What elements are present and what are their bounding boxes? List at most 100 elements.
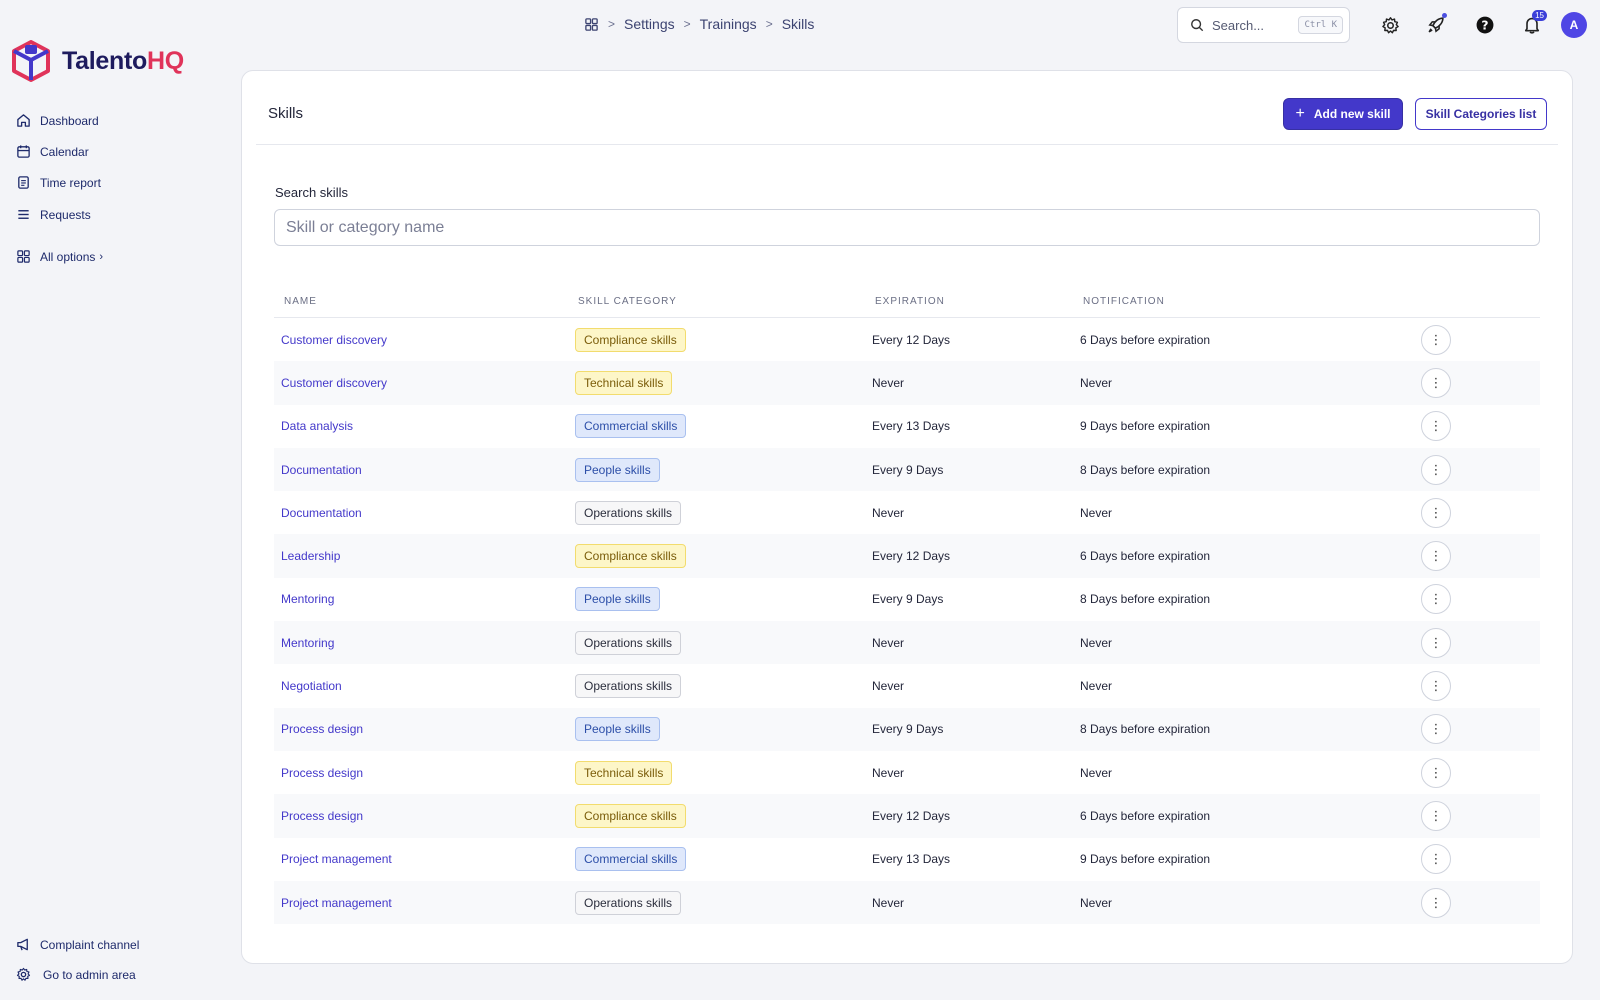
skill-name-link[interactable]: Customer discovery <box>281 376 387 390</box>
apps-grid-icon[interactable] <box>584 17 599 32</box>
table-row: Leadership Compliance skills Every 12 Days… <box>274 534 1540 578</box>
skill-name-link[interactable]: Mentoring <box>281 592 334 606</box>
more-vertical-icon: ⋮ <box>1429 851 1443 867</box>
skills-panel: Skills + Add new skill Skill Categories … <box>241 70 1573 964</box>
notification-value: Never <box>1080 375 1113 390</box>
skill-category-tag: Commercial skills <box>575 414 687 439</box>
expiration-value: Never <box>872 679 905 694</box>
skill-name-link[interactable]: Process design <box>281 766 363 780</box>
table-body: Customer discovery Compliance skills Every… <box>274 318 1540 925</box>
more-vertical-icon: ⋮ <box>1429 634 1443 650</box>
plus-icon: + <box>1295 105 1305 122</box>
notification-value: Never <box>1080 505 1113 520</box>
logo-text-primary: Talento <box>62 46 147 75</box>
row-actions-button[interactable]: ⋮ <box>1421 671 1451 702</box>
skill-category-tag: Technical skills <box>575 370 673 395</box>
more-vertical-icon: ⋮ <box>1429 807 1443 823</box>
breadcrumb-trainings[interactable]: Trainings <box>700 16 757 32</box>
row-actions-button[interactable]: ⋮ <box>1421 887 1451 918</box>
row-actions-button[interactable]: ⋮ <box>1421 324 1451 355</box>
column-header-expiration[interactable]: EXPIRATION <box>875 296 945 307</box>
skill-name-link[interactable]: Process design <box>281 809 363 823</box>
skill-category-tag: Commercial skills <box>575 847 687 872</box>
breadcrumb-settings[interactable]: Settings <box>624 16 675 32</box>
skill-name-link[interactable]: Project management <box>281 896 392 910</box>
notifications-button[interactable]: 15 <box>1520 10 1547 37</box>
search-skills-input[interactable] <box>274 209 1540 246</box>
sidebar-item-admin-area[interactable]: Go to admin area <box>16 967 136 982</box>
row-actions-button[interactable]: ⋮ <box>1421 800 1451 831</box>
gear-icon <box>16 967 31 981</box>
skill-name-link[interactable]: Customer discovery <box>281 333 387 347</box>
table-row: Process design Technical skills Never Never… <box>274 751 1540 794</box>
expiration-value: Never <box>872 375 905 390</box>
column-header-skill-category[interactable]: SKILL CATEGORY <box>578 296 677 307</box>
skill-name-link[interactable]: Leadership <box>281 549 340 563</box>
notification-value: Never <box>1080 635 1113 650</box>
more-vertical-icon: ⋮ <box>1429 374 1443 390</box>
expiration-value: Never <box>872 505 905 520</box>
skill-category-tag: Operations skills <box>575 890 682 915</box>
row-actions-button[interactable]: ⋮ <box>1421 714 1451 745</box>
sidebar-item-complaint-channel[interactable]: Complaint channel <box>16 937 139 952</box>
help-button[interactable]: ? <box>1473 13 1497 37</box>
skill-name-link[interactable]: Documentation <box>281 506 362 520</box>
skill-category-tag: People skills <box>575 717 660 742</box>
row-actions-button[interactable]: ⋮ <box>1421 584 1451 615</box>
notification-value: 8 Days before expiration <box>1080 722 1211 737</box>
table-header: NAME SKILL CATEGORY EXPIRATION NOTIFICAT… <box>274 283 1540 318</box>
add-new-skill-button[interactable]: + Add new skill <box>1283 98 1403 130</box>
skill-name-link[interactable]: Project management <box>281 852 392 866</box>
more-vertical-icon: ⋮ <box>1429 894 1443 910</box>
column-header-notification[interactable]: NOTIFICATION <box>1083 296 1165 307</box>
skill-name-link[interactable]: Data analysis <box>281 419 353 433</box>
row-actions-button[interactable]: ⋮ <box>1421 541 1451 572</box>
sidebar-item-dashboard[interactable]: Dashboard <box>16 113 99 128</box>
sidebar-item-all-options[interactable]: All options › <box>16 249 103 264</box>
sidebar-item-label: Requests <box>40 207 91 222</box>
row-actions-button[interactable]: ⋮ <box>1421 497 1451 528</box>
sidebar-item-label: Time report <box>40 175 101 190</box>
notification-value: 6 Days before expiration <box>1080 808 1211 823</box>
table-row: Mentoring Operations skills Never Never ⋮ <box>274 621 1540 665</box>
more-vertical-icon: ⋮ <box>1429 591 1443 607</box>
table-row: Negotiation Operations skills Never Never ⋮ <box>274 664 1540 707</box>
skill-category-tag: People skills <box>575 457 660 482</box>
global-search[interactable]: Search... Ctrl K <box>1177 7 1350 43</box>
skill-categories-list-button[interactable]: Skill Categories list <box>1415 98 1547 130</box>
expiration-value: Never <box>872 895 905 910</box>
settings-button[interactable] <box>1378 13 1402 37</box>
more-vertical-icon: ⋮ <box>1429 418 1443 434</box>
search-icon <box>1191 19 1204 32</box>
row-actions-button[interactable]: ⋮ <box>1421 411 1451 442</box>
sidebar-item-requests[interactable]: Requests <box>16 207 91 222</box>
avatar[interactable]: A <box>1561 12 1587 38</box>
skill-name-link[interactable]: Process design <box>281 722 363 736</box>
row-actions-button[interactable]: ⋮ <box>1421 454 1451 485</box>
notification-value: 6 Days before expiration <box>1080 549 1211 564</box>
notification-value: 9 Days before expiration <box>1080 419 1211 434</box>
sidebar-item-time-report[interactable]: Time report <box>16 175 101 190</box>
row-actions-button[interactable]: ⋮ <box>1421 627 1451 658</box>
notification-value: 9 Days before expiration <box>1080 852 1211 867</box>
row-actions-button[interactable]: ⋮ <box>1421 844 1451 875</box>
sidebar-item-label: Dashboard <box>40 113 99 128</box>
row-actions-button[interactable]: ⋮ <box>1421 367 1451 398</box>
search-skills-label: Search skills <box>275 185 348 200</box>
expiration-value: Every 13 Days <box>872 852 951 867</box>
sidebar-item-calendar[interactable]: Calendar <box>16 144 89 159</box>
table-row: Process design Compliance skills Every 12 … <box>274 794 1540 838</box>
skill-category-tag: Operations skills <box>575 674 682 699</box>
logo[interactable]: TalentoHQ <box>12 40 184 82</box>
grid-icon <box>17 250 30 263</box>
expiration-value: Every 12 Days <box>872 808 951 823</box>
whats-new-button[interactable] <box>1424 13 1448 37</box>
row-actions-button[interactable]: ⋮ <box>1421 757 1451 788</box>
gear-icon <box>1381 16 1399 33</box>
logo-text: TalentoHQ <box>62 47 184 76</box>
skill-name-link[interactable]: Negotiation <box>281 679 342 693</box>
breadcrumb-skills[interactable]: Skills <box>782 16 815 32</box>
skill-name-link[interactable]: Documentation <box>281 463 362 477</box>
column-header-name[interactable]: NAME <box>284 296 317 307</box>
skill-name-link[interactable]: Mentoring <box>281 636 334 650</box>
